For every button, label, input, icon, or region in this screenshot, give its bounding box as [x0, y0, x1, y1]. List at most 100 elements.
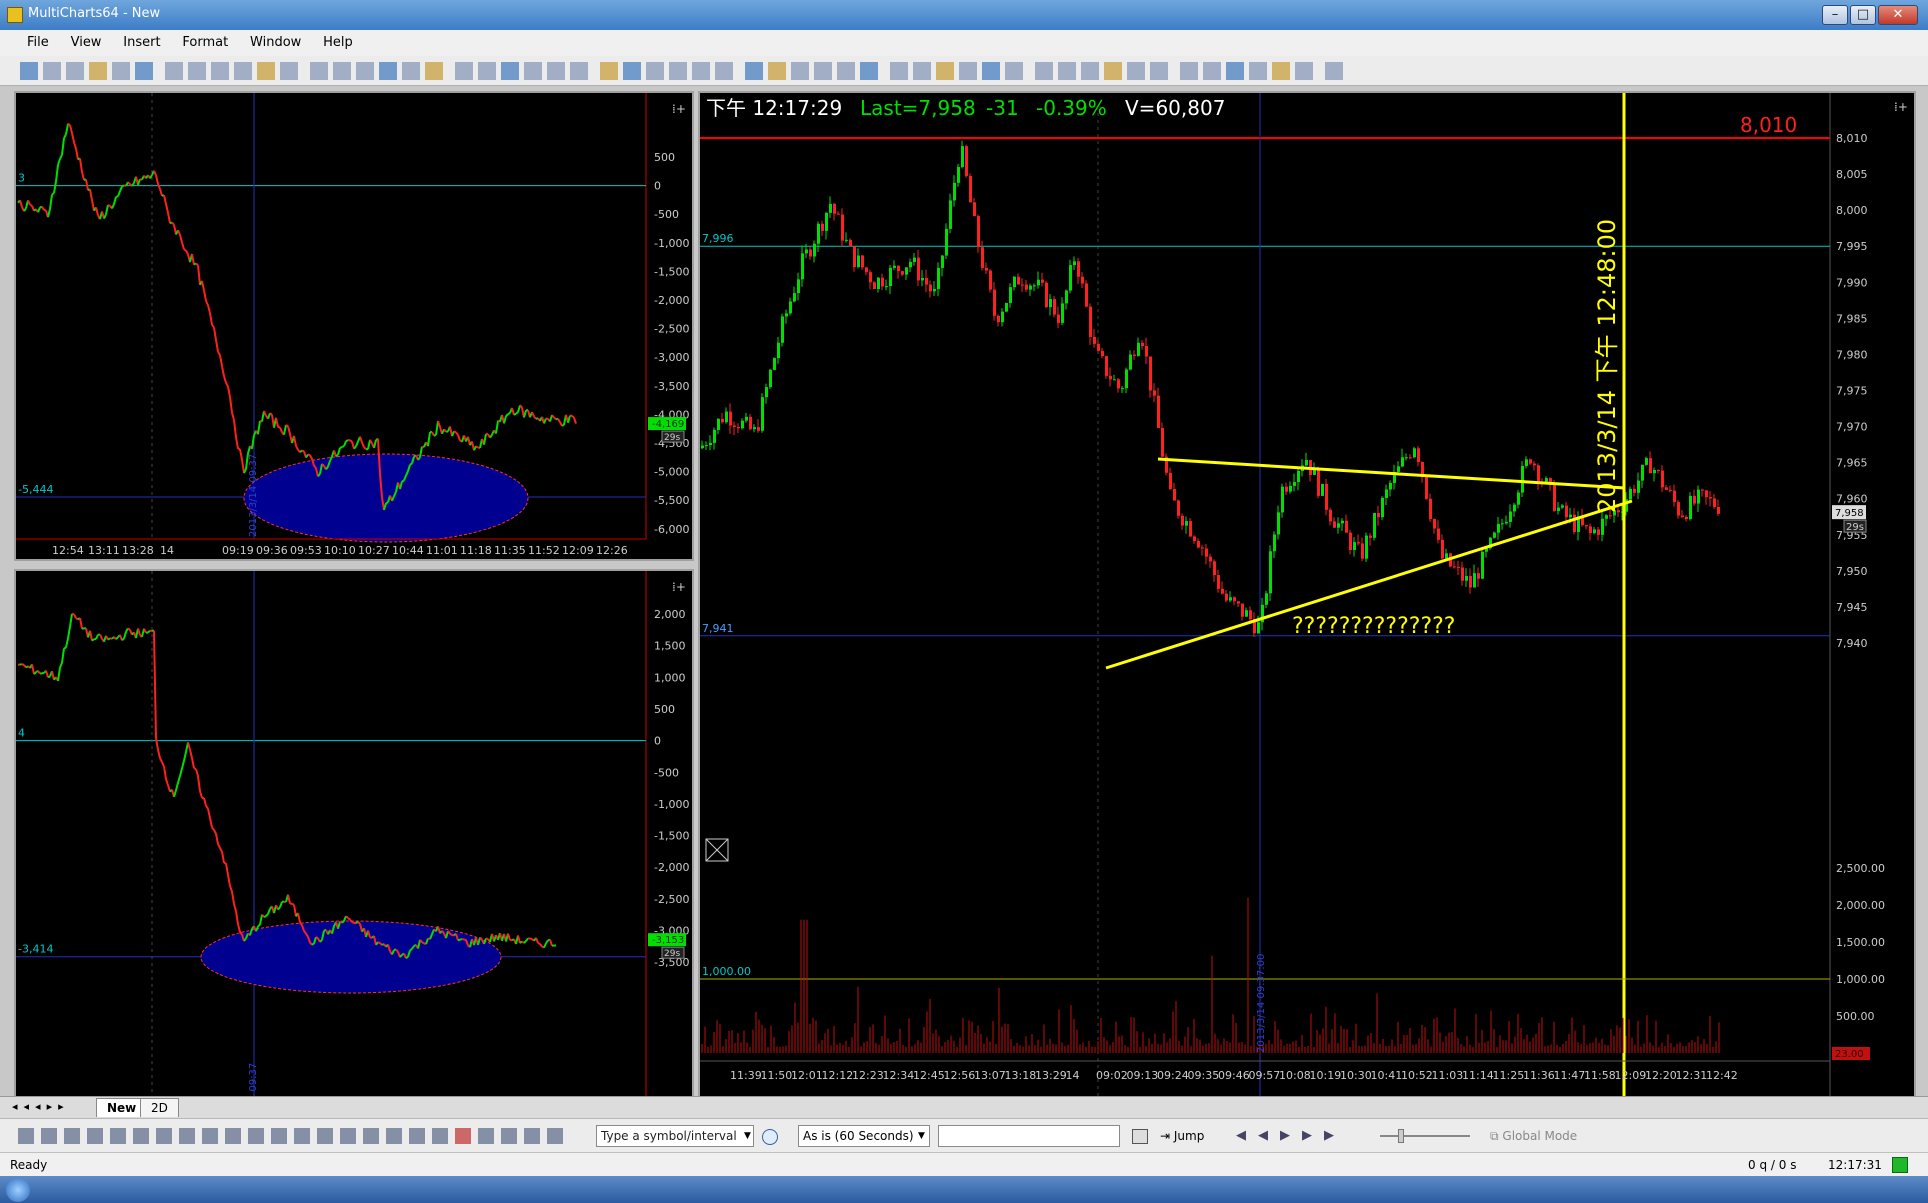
- toolbar-zoom-icon[interactable]: [1005, 62, 1023, 80]
- date-input[interactable]: [938, 1125, 1120, 1147]
- toolbar-line-icon[interactable]: [570, 62, 588, 80]
- bottom-left-chart-canvas[interactable]: ⁞+ 2,000 1,500 1,000 500 0 -500 -1,000 -1,500 -2,…: [16, 571, 692, 1172]
- navigation-arrows[interactable]: ◀◀▶▶▶: [1236, 1128, 1346, 1143]
- toolbar-save-icon[interactable]: [425, 62, 443, 80]
- toolbar-paste-icon[interactable]: [860, 62, 878, 80]
- toolbar-hand-icon[interactable]: [1081, 62, 1099, 80]
- toolbar-open-icon[interactable]: [768, 62, 786, 80]
- zoom-slider[interactable]: [1380, 1135, 1470, 1137]
- toolbar-new-icon[interactable]: [379, 62, 397, 80]
- toolbar-line-icon[interactable]: [1295, 62, 1313, 80]
- drawing-tool-23-icon[interactable]: [547, 1128, 563, 1144]
- toolbar-candle-icon[interactable]: [547, 62, 565, 80]
- drawing-tool-2-icon[interactable]: [64, 1128, 80, 1144]
- drawing-tool-5-icon[interactable]: [133, 1128, 149, 1144]
- toolbar-candle-icon[interactable]: [188, 62, 206, 80]
- toolbar-paste-icon[interactable]: [501, 62, 519, 80]
- toolbar-crosshair-icon[interactable]: [982, 62, 1000, 80]
- toolbar-zoom-out-icon[interactable]: [333, 62, 351, 80]
- toolbar-print-icon[interactable]: [455, 62, 473, 80]
- drawing-tool-14-icon[interactable]: [340, 1128, 356, 1144]
- toolbar-cursor-icon[interactable]: [234, 62, 252, 80]
- toolbar-candle-icon[interactable]: [1272, 62, 1290, 80]
- toolbar-zoom-in-icon[interactable]: [310, 62, 328, 80]
- toolbar-zoom-out-icon[interactable]: [692, 62, 710, 80]
- toolbar-copy-icon[interactable]: [1203, 62, 1221, 80]
- drawing-tool-1-icon[interactable]: [41, 1128, 57, 1144]
- drawing-tool-0-icon[interactable]: [18, 1128, 34, 1144]
- toolbar-cursor-icon[interactable]: [959, 62, 977, 80]
- toolbar-save-icon[interactable]: [1150, 62, 1168, 80]
- toolbar-new-icon[interactable]: [1104, 62, 1122, 80]
- top-left-chart-canvas[interactable]: ⁞+ 500 0 -500 -1,000 -1,500 -2,000 -2,500 -3,000…: [16, 93, 692, 559]
- toolbar-zoom-out-icon[interactable]: [1058, 62, 1076, 80]
- toolbar-crosshair-icon[interactable]: [257, 62, 275, 80]
- tab-2d[interactable]: 2D: [140, 1098, 179, 1117]
- interval-select[interactable]: As is (60 Seconds): [798, 1125, 930, 1147]
- toolbar-cursor-icon[interactable]: [1325, 62, 1343, 80]
- tab-scroll-arrows[interactable]: ◂◂◂▸▸: [12, 1100, 70, 1113]
- toolbar-print-icon[interactable]: [814, 62, 832, 80]
- toolbar-zoom-icon[interactable]: [646, 62, 664, 80]
- chevron-down-icon[interactable]: ▼: [918, 1131, 925, 1141]
- toolbar-open-icon[interactable]: [43, 62, 61, 80]
- toolbar-open-icon[interactable]: [402, 62, 420, 80]
- menu-file[interactable]: File: [18, 30, 58, 50]
- toolbar-bar-icon[interactable]: [165, 62, 183, 80]
- close-button[interactable]: ✕: [1878, 5, 1918, 25]
- zoom-slider-handle[interactable]: [1398, 1129, 1404, 1143]
- toolbar-bar-icon[interactable]: [890, 62, 908, 80]
- toolbar-bar-icon[interactable]: [524, 62, 542, 80]
- toolbar-bar-icon[interactable]: [1249, 62, 1267, 80]
- main-chart[interactable]: 8,010 8,005 8,000 7,995 7,990 7,985 7,980 7,975…: [698, 91, 1916, 1174]
- drawing-tool-7-icon[interactable]: [179, 1128, 195, 1144]
- drawing-tool-9-icon[interactable]: [225, 1128, 241, 1144]
- top-left-chart[interactable]: ⁞+ 500 0 -500 -1,000 -1,500 -2,000 -2,500 -3,000…: [14, 91, 694, 561]
- toolbar-line-icon[interactable]: [211, 62, 229, 80]
- start-orb-icon[interactable]: [6, 1178, 30, 1202]
- drawing-tool-6-icon[interactable]: [156, 1128, 172, 1144]
- drawing-tool-10-icon[interactable]: [248, 1128, 264, 1144]
- drawing-tool-15-icon[interactable]: [363, 1128, 379, 1144]
- toolbar-hand-icon[interactable]: [356, 62, 374, 80]
- toolbar-save-icon[interactable]: [66, 62, 84, 80]
- global-mode-toggle[interactable]: ⧉ Global Mode: [1490, 1129, 1577, 1144]
- drawing-tool-11-icon[interactable]: [271, 1128, 287, 1144]
- toolbar-print-icon[interactable]: [1180, 62, 1198, 80]
- toolbar-new-icon[interactable]: [745, 62, 763, 80]
- toolbar-line-icon[interactable]: [936, 62, 954, 80]
- maximize-button[interactable]: □: [1850, 5, 1876, 25]
- bottom-left-chart[interactable]: ⁞+ 2,000 1,500 1,000 500 0 -500 -1,000 -1,500 -2,…: [14, 569, 694, 1174]
- drawing-tool-13-icon[interactable]: [317, 1128, 333, 1144]
- toolbar-zoom-icon[interactable]: [280, 62, 298, 80]
- toolbar-paste-icon[interactable]: [1226, 62, 1244, 80]
- toolbar-save-icon[interactable]: [791, 62, 809, 80]
- symbol-input[interactable]: Type a symbol/interval: [596, 1125, 754, 1147]
- menu-help[interactable]: Help: [314, 30, 362, 50]
- menu-window[interactable]: Window: [241, 30, 310, 50]
- toolbar-new-icon[interactable]: [20, 62, 38, 80]
- toolbar-open-icon[interactable]: [1127, 62, 1145, 80]
- toolbar-candle-icon[interactable]: [913, 62, 931, 80]
- toolbar-hand-icon[interactable]: [715, 62, 733, 80]
- menu-view[interactable]: View: [62, 30, 111, 50]
- drawing-tool-17-icon[interactable]: [409, 1128, 425, 1144]
- settings-gear-icon[interactable]: [762, 1129, 778, 1145]
- calendar-icon[interactable]: [1132, 1129, 1148, 1144]
- drawing-tool-20-icon[interactable]: [478, 1128, 494, 1144]
- drawing-tool-8-icon[interactable]: [202, 1128, 218, 1144]
- drawing-tool-18-icon[interactable]: [432, 1128, 448, 1144]
- toolbar-zoom-in-icon[interactable]: [1035, 62, 1053, 80]
- drawing-tool-3-icon[interactable]: [87, 1128, 103, 1144]
- menu-insert[interactable]: Insert: [114, 30, 169, 50]
- toolbar-crosshair-icon[interactable]: [623, 62, 641, 80]
- drawing-tool-22-icon[interactable]: [524, 1128, 540, 1144]
- chevron-down-icon[interactable]: ▼: [744, 1131, 751, 1141]
- drawing-tool-12-icon[interactable]: [294, 1128, 310, 1144]
- jump-button[interactable]: ⇥ Jump: [1160, 1129, 1204, 1143]
- menu-format[interactable]: Format: [173, 30, 237, 50]
- minimize-button[interactable]: –: [1822, 5, 1848, 25]
- main-chart-canvas[interactable]: 8,010 8,005 8,000 7,995 7,990 7,985 7,980 7,975…: [699, 93, 1915, 1172]
- toolbar-copy-icon[interactable]: [837, 62, 855, 80]
- drawing-tool-19-icon[interactable]: [455, 1128, 471, 1144]
